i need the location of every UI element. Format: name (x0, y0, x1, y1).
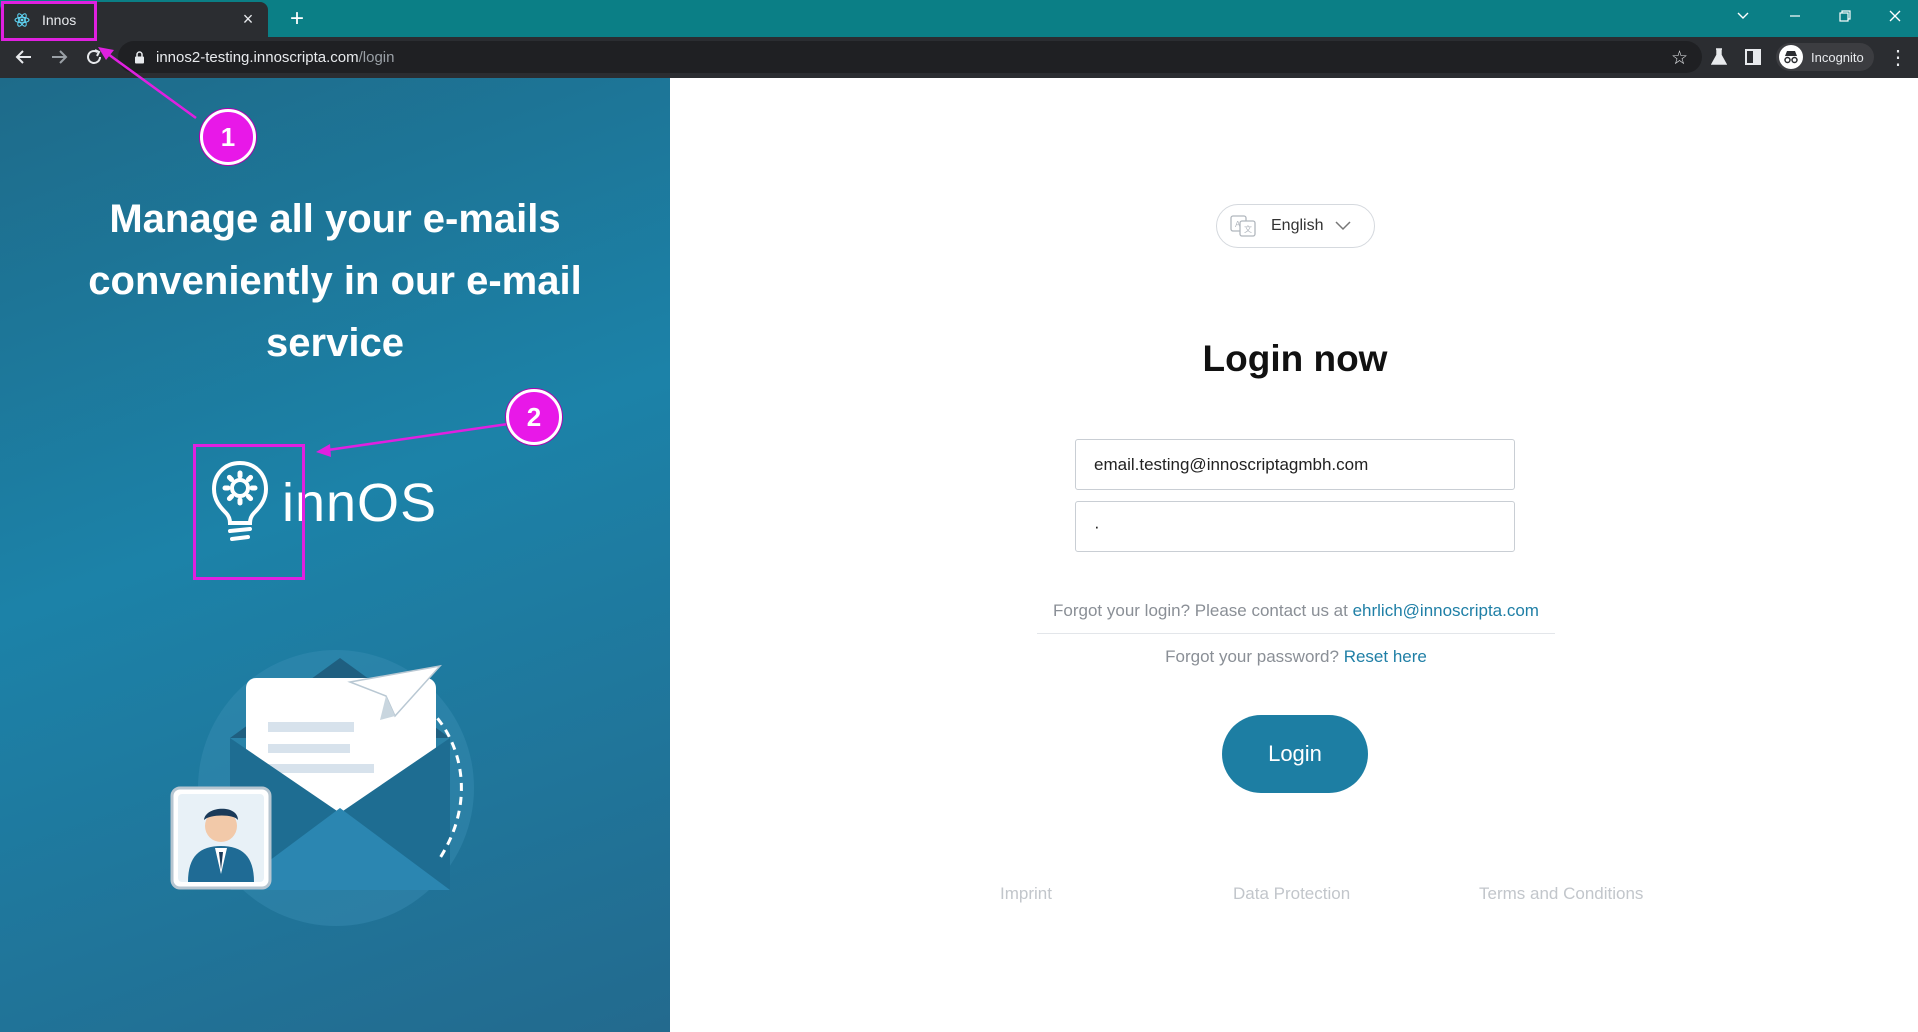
language-label: English (1271, 217, 1324, 234)
terms-link[interactable]: Terms and Conditions (1479, 884, 1643, 904)
forgot-password-text: Forgot your password? Reset here (1037, 647, 1555, 667)
forgot-login-text: Forgot your login? Please contact us at … (1037, 601, 1555, 634)
data-protection-link[interactable]: Data Protection (1233, 884, 1350, 904)
url-host: innos2-testing.innoscripta.com (156, 48, 359, 66)
login-title: Login now (1202, 338, 1388, 379)
hero-headline: Manage all your e-mails conveniently in … (88, 197, 582, 365)
forward-arrow-icon[interactable] (43, 41, 75, 73)
restore-icon[interactable] (1822, 0, 1868, 32)
incognito-profile-button[interactable]: Incognito (1776, 43, 1874, 71)
annotation-badge-1: 1 (200, 109, 256, 165)
side-panel-icon[interactable] (1741, 45, 1765, 69)
close-window-icon[interactable] (1872, 0, 1918, 32)
annotation-box-logo (193, 444, 305, 580)
email-field[interactable]: email.testing@innoscriptagmbh.com (1075, 439, 1515, 490)
minimize-icon[interactable] (1772, 0, 1818, 32)
new-tab-button[interactable]: + (282, 4, 312, 34)
browser-tab-bar: Innos × + (0, 0, 1918, 37)
reset-password-link[interactable]: Reset here (1344, 647, 1427, 666)
password-field[interactable]: · (1075, 501, 1515, 552)
tab-close-icon[interactable]: × (234, 6, 262, 34)
browser-toolbar: innos2-testing.innoscripta.com/login ☆ I… (0, 37, 1918, 78)
lock-icon (132, 50, 146, 64)
logo-wordmark: innOS (282, 473, 438, 533)
tab-search-chevron-icon[interactable] (1720, 0, 1766, 32)
hero-panel: Manage all your e-mails conveniently in … (0, 78, 670, 1032)
address-bar[interactable]: innos2-testing.innoscripta.com/login ☆ (118, 41, 1702, 73)
bookmark-star-icon[interactable]: ☆ (1671, 47, 1688, 70)
incognito-label: Incognito (1811, 49, 1864, 65)
annotation-badge-2: 2 (506, 389, 562, 445)
imprint-link[interactable]: Imprint (1000, 884, 1052, 904)
forgot-password-label: Forgot your password? (1165, 647, 1344, 666)
labs-flask-icon[interactable] (1707, 45, 1731, 69)
translate-icon: A文 (1229, 212, 1257, 240)
back-arrow-icon[interactable] (8, 41, 40, 73)
language-selector[interactable]: A文 English (1216, 204, 1375, 248)
incognito-icon (1779, 45, 1803, 69)
annotation-box-tab (1, 1, 97, 41)
url-path: /login (358, 48, 395, 66)
svg-text:文: 文 (1244, 224, 1252, 234)
email-illustration (160, 638, 500, 938)
login-button[interactable]: Login (1222, 715, 1368, 793)
contact-email-link[interactable]: ehrlich@innoscripta.com (1353, 601, 1539, 620)
kebab-menu-icon[interactable]: ⋮ (1886, 45, 1910, 70)
forgot-login-label: Forgot your login? Please contact us at (1053, 601, 1353, 620)
chevron-down-icon (1335, 221, 1352, 231)
reload-icon[interactable] (78, 41, 110, 73)
svg-text:A: A (1235, 220, 1241, 229)
